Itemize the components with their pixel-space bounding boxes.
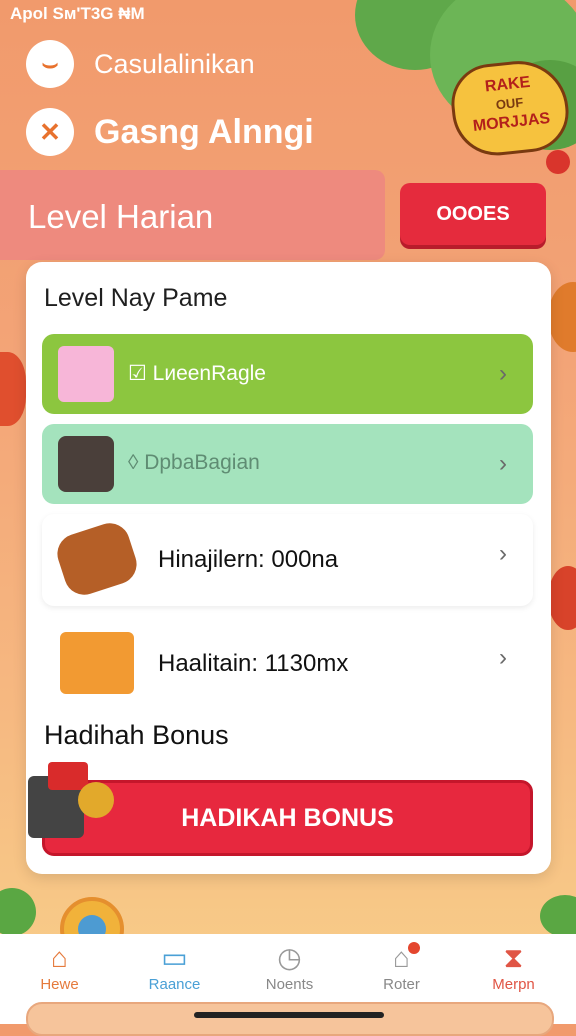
tab-label: Merpn bbox=[492, 976, 535, 993]
leaf-decoration bbox=[540, 895, 576, 937]
bonus-title: Hadihah Bonus bbox=[44, 720, 229, 750]
bonus-button[interactable]: HADIKAH BONUS bbox=[42, 780, 533, 856]
chevron-right-icon: › bbox=[499, 450, 507, 477]
camera-icon bbox=[28, 762, 114, 840]
tab-merpn[interactable]: ⧗ Merpn bbox=[456, 934, 571, 994]
leaf-decoration bbox=[0, 888, 36, 936]
cross-icon: ✕ bbox=[26, 108, 74, 156]
clock-icon: ◷ bbox=[277, 942, 302, 973]
menu-item-1[interactable]: ⌣ Casulalinikan bbox=[26, 40, 255, 88]
level-banner-title: Level Harian bbox=[28, 198, 214, 235]
status-carrier: Apol Sм'Т3G ₦M bbox=[10, 4, 145, 23]
level-banner: Level Harian bbox=[0, 170, 385, 260]
level-row-1[interactable]: ☑ LиeenRagle › bbox=[42, 334, 533, 414]
tab-label: Raance bbox=[148, 976, 201, 993]
home-indicator[interactable] bbox=[194, 1012, 384, 1018]
row-label: Haalitain: 1130mx bbox=[158, 650, 349, 677]
tab-label: Roter bbox=[383, 976, 420, 993]
tab-roter[interactable]: ⌂ Roter bbox=[344, 934, 459, 993]
notification-badge bbox=[408, 942, 420, 954]
briefcase-icon bbox=[58, 436, 114, 492]
level-row-3[interactable]: Hinajilern: 000na › bbox=[42, 514, 533, 606]
basket-icon: ⌣ bbox=[26, 40, 74, 88]
tab-noents[interactable]: ◷ Noents bbox=[232, 934, 347, 994]
tab-home[interactable]: ⌂ Hewe bbox=[2, 934, 117, 994]
menu-item-label: Gasng Alnngi bbox=[94, 112, 314, 151]
lantern-decoration bbox=[548, 282, 576, 352]
bottom-pill bbox=[26, 1002, 554, 1036]
gift-box-icon bbox=[58, 346, 114, 402]
level-row-2[interactable]: ◊ DpbaBagian › bbox=[42, 424, 533, 504]
tab-label: Hewe bbox=[40, 976, 79, 993]
tab-raance[interactable]: ▭ Raance bbox=[117, 934, 232, 994]
hammer-icon bbox=[52, 518, 142, 600]
treasure-chest-icon bbox=[60, 632, 134, 694]
screen-icon: ▭ bbox=[161, 942, 188, 973]
row-label: ◊ DpbaBagian bbox=[128, 451, 260, 474]
chevron-right-icon: › bbox=[499, 644, 507, 671]
hourglass-icon: ⧗ bbox=[503, 942, 524, 973]
row-label: Hinajilern: 000na bbox=[158, 546, 339, 573]
card-title: Level Nay Pame bbox=[44, 284, 228, 312]
berry-decoration bbox=[546, 150, 570, 174]
lantern-decoration bbox=[0, 352, 26, 426]
home-icon: ⌂ bbox=[51, 942, 68, 973]
level-action-button[interactable]: OOOES bbox=[400, 183, 546, 245]
lantern-decoration bbox=[548, 566, 576, 630]
menu-item-label: Casulalinikan bbox=[94, 48, 255, 79]
level-row-4[interactable]: Haalitain: 1130mx › bbox=[42, 618, 533, 706]
row-label: ☑ LиeenRagle bbox=[128, 362, 266, 385]
chevron-right-icon: › bbox=[499, 540, 507, 567]
chevron-right-icon: › bbox=[499, 360, 507, 387]
tab-label: Noents bbox=[265, 976, 314, 993]
menu-item-2[interactable]: ✕ Gasng Alnngi bbox=[26, 108, 314, 156]
